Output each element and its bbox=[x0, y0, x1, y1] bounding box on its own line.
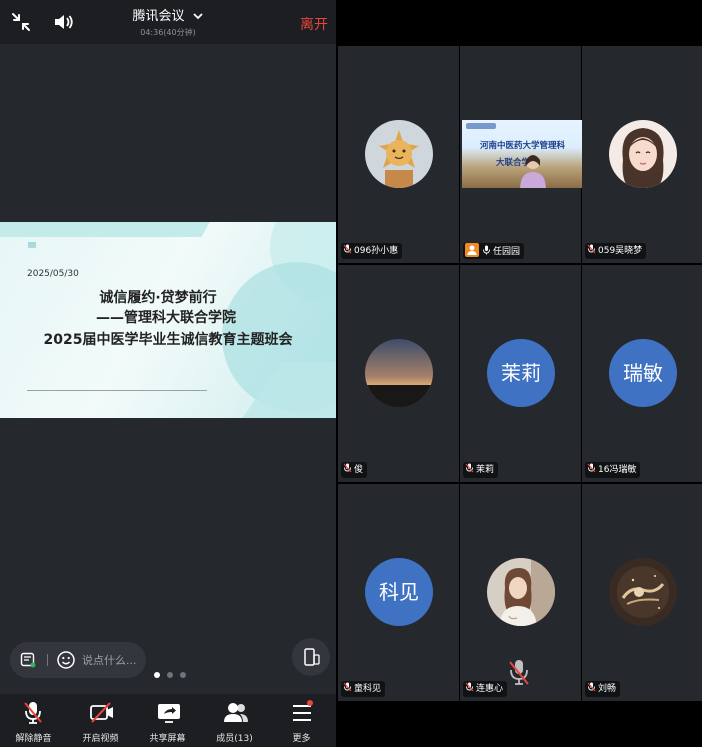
slide-title-line2: ——管理科大联合学院 bbox=[96, 310, 236, 326]
slide-decoration bbox=[0, 222, 219, 237]
page-dot[interactable] bbox=[180, 672, 186, 678]
slide-date: 2025/05/30 bbox=[27, 269, 79, 279]
participant-tile[interactable]: 河南中医药大学管理科 大联合学 任园园 bbox=[460, 46, 583, 263]
shared-screen-slide: 2025/05/30 诚信履约·贷梦前行 ——管理科大联合学院 2025届中医学… bbox=[0, 222, 336, 418]
notes-icon[interactable] bbox=[20, 652, 36, 668]
mic-muted-icon bbox=[587, 682, 596, 692]
members-icon bbox=[224, 703, 248, 722]
mic-muted-icon bbox=[465, 463, 474, 473]
mic-muted-icon bbox=[587, 463, 596, 473]
meeting-elapsed-time: 04:36(40分钟) bbox=[140, 28, 196, 37]
participant-video-grid: 096孙小惠 河南中医药大学管理科 大联合学 任园园 059吴晓梦 俊 茉莉 茉… bbox=[336, 44, 702, 701]
video-off-icon bbox=[90, 702, 113, 723]
comment-bar bbox=[10, 642, 146, 678]
avatar bbox=[365, 339, 433, 407]
mic-icon bbox=[483, 245, 490, 255]
mic-muted-icon[interactable] bbox=[507, 658, 531, 688]
slide-title-line1: 诚信履约·贷梦前行 bbox=[99, 290, 217, 306]
leave-button[interactable]: 离开 bbox=[300, 14, 328, 34]
participant-video-feed: 河南中医药大学管理科 大联合学 bbox=[462, 120, 583, 188]
participant-name-tag: 刘畅 bbox=[585, 681, 621, 697]
mic-muted-icon bbox=[587, 244, 596, 254]
participant-name: 茉莉 bbox=[476, 465, 495, 475]
mic-muted-icon bbox=[343, 244, 352, 254]
participant-name-tag: 059吴晓梦 bbox=[585, 243, 647, 259]
start-video-button[interactable]: 开启视频 bbox=[67, 694, 134, 747]
avatar bbox=[609, 558, 677, 626]
page-indicator bbox=[150, 672, 190, 680]
comment-input[interactable] bbox=[82, 650, 142, 670]
members-label: 成员(13) bbox=[216, 734, 253, 744]
participant-tile[interactable]: 096孙小惠 bbox=[338, 46, 459, 263]
avatar bbox=[365, 120, 433, 188]
emoji-icon[interactable] bbox=[56, 650, 76, 670]
participant-name-tag: 童科见 bbox=[341, 681, 386, 697]
participant-name-tag: 任园园 bbox=[463, 243, 525, 259]
meeting-main-pane: 腾讯会议 04:36(40分钟) 离开 2025/05/30 诚信履约·贷梦前行… bbox=[0, 0, 336, 747]
share-screen-button[interactable]: 共享屏幕 bbox=[134, 694, 201, 747]
logo-icon bbox=[466, 123, 496, 129]
participant-name: 俊 bbox=[354, 465, 364, 475]
mic-muted-icon bbox=[24, 702, 42, 724]
mic-muted-icon bbox=[343, 682, 352, 692]
unmute-button[interactable]: 解除静音 bbox=[0, 694, 67, 747]
participant-tile[interactable]: 瑞敏 16冯瑞敏 bbox=[582, 265, 702, 482]
participant-name-tag: 茉莉 bbox=[463, 462, 499, 478]
woman-photo-avatar-icon bbox=[487, 558, 555, 626]
girl-illustration-avatar-icon bbox=[609, 120, 677, 188]
participant-name-tag: 16冯瑞敏 bbox=[585, 462, 641, 478]
participant-name: 刘畅 bbox=[598, 684, 617, 694]
share-screen-icon bbox=[158, 704, 180, 723]
sun-plush-avatar-icon bbox=[365, 120, 433, 188]
notification-badge bbox=[307, 700, 313, 706]
mic-muted-icon bbox=[465, 682, 474, 692]
sunset-avatar-icon bbox=[365, 339, 433, 407]
start-video-label: 开启视频 bbox=[82, 734, 119, 744]
page-dot[interactable] bbox=[167, 672, 173, 678]
avatar bbox=[487, 558, 555, 626]
person-icon bbox=[520, 155, 546, 188]
more-label: 更多 bbox=[292, 734, 311, 744]
avatar: 茉莉 bbox=[487, 339, 555, 407]
participant-name-tag: 俊 bbox=[341, 462, 368, 478]
avatar bbox=[609, 120, 677, 188]
participant-tile[interactable]: 茉莉 茉莉 bbox=[460, 265, 581, 482]
dark-art-avatar-icon bbox=[609, 558, 677, 626]
meeting-title: 腾讯会议 bbox=[132, 9, 185, 24]
meeting-title-dropdown[interactable]: 腾讯会议 bbox=[0, 5, 336, 24]
participant-name: 童科见 bbox=[354, 684, 382, 694]
slide-divider bbox=[27, 390, 207, 391]
participant-name: 16冯瑞敏 bbox=[598, 465, 637, 475]
page-dot[interactable] bbox=[154, 672, 160, 678]
host-icon bbox=[465, 243, 479, 257]
divider bbox=[47, 654, 48, 666]
participant-name: 任园园 bbox=[493, 247, 521, 257]
participant-tile[interactable]: 刘畅 bbox=[582, 484, 702, 701]
slide-decoration bbox=[28, 242, 36, 248]
participant-tile[interactable]: 俊 bbox=[338, 265, 459, 482]
avatar: 科见 bbox=[365, 558, 433, 626]
participant-name: 连惠心 bbox=[476, 684, 504, 694]
avatar: 瑞敏 bbox=[609, 339, 677, 407]
switch-device-button[interactable] bbox=[292, 638, 330, 676]
unmute-label: 解除静音 bbox=[15, 734, 52, 744]
chevron-down-icon bbox=[192, 12, 203, 19]
bottom-toolbar: 解除静音 开启视频 共享屏幕 成员(13) 更多 bbox=[0, 694, 336, 747]
mic-muted-icon bbox=[343, 463, 352, 473]
members-button[interactable]: 成员(13) bbox=[201, 694, 268, 747]
participant-name-tag: 连惠心 bbox=[463, 681, 508, 697]
share-screen-label: 共享屏幕 bbox=[149, 734, 186, 744]
participant-name: 059吴晓梦 bbox=[598, 246, 643, 256]
slide-title-line3: 2025届中医学毕业生诚信教育主题班会 bbox=[43, 332, 293, 348]
participant-tile[interactable]: 059吴晓梦 bbox=[582, 46, 702, 263]
phone-device-icon bbox=[304, 648, 320, 666]
participant-name: 096孙小惠 bbox=[354, 246, 399, 256]
participant-tile[interactable]: 科见 童科见 bbox=[338, 484, 459, 701]
more-button[interactable]: 更多 bbox=[268, 694, 335, 747]
top-bar: 腾讯会议 04:36(40分钟) 离开 bbox=[0, 0, 336, 44]
participant-name-tag: 096孙小惠 bbox=[341, 243, 403, 259]
